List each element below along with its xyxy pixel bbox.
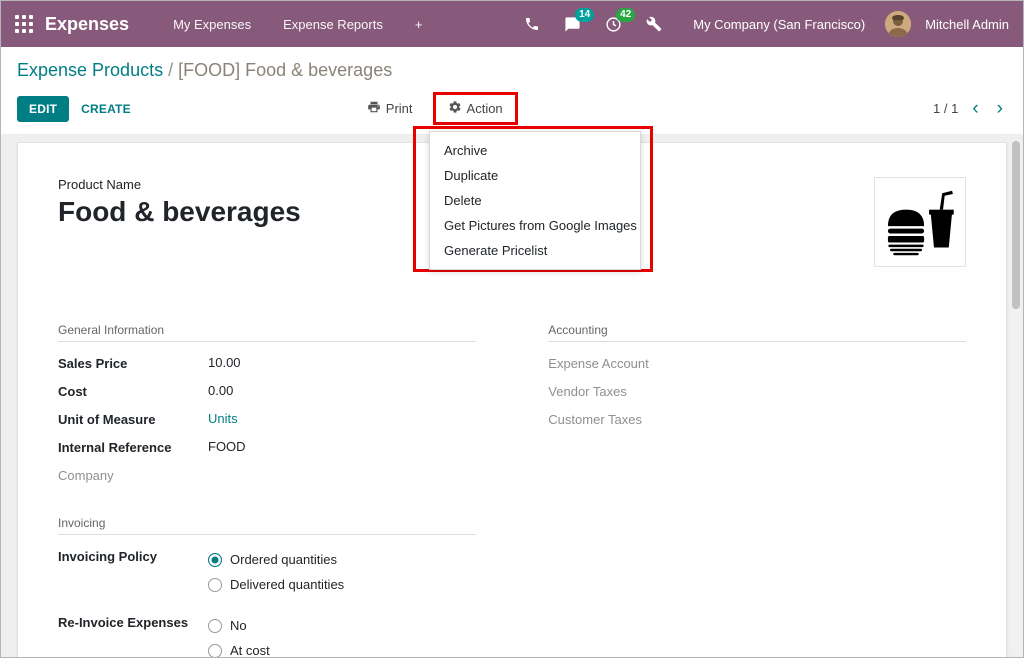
- field-value-internal-reference: FOOD: [208, 439, 246, 454]
- breadcrumb-separator: /: [163, 60, 178, 80]
- radio-no[interactable]: No: [208, 614, 294, 637]
- control-panel-center: Print Action: [361, 92, 518, 125]
- nav-item-expense-reports[interactable]: Expense Reports: [267, 17, 399, 32]
- action-menu-highlight: Archive Duplicate Delete Get Pictures fr…: [413, 126, 653, 272]
- radio-at-cost[interactable]: At cost: [208, 639, 294, 658]
- action-label: Action: [467, 101, 503, 116]
- apps-grid-icon[interactable]: [15, 15, 33, 33]
- product-name-block: Product Name Food & beverages: [58, 177, 301, 228]
- menu-item-archive[interactable]: Archive: [430, 138, 640, 163]
- field-sales-price: Sales Price 10.00: [58, 350, 476, 378]
- radio-icon: [208, 644, 222, 658]
- product-name-label: Product Name: [58, 177, 301, 192]
- field-internal-reference: Internal Reference FOOD: [58, 434, 476, 462]
- radio-label: No: [230, 618, 247, 633]
- gear-icon: [448, 100, 462, 117]
- phone-icon[interactable]: [515, 10, 549, 38]
- product-image: [874, 177, 966, 267]
- field-vendor-taxes: Vendor Taxes: [548, 378, 966, 406]
- menu-item-get-pictures[interactable]: Get Pictures from Google Images: [430, 213, 640, 238]
- pager-next-button[interactable]: ›: [993, 99, 1007, 118]
- field-unit-of-measure: Unit of Measure Units: [58, 406, 476, 434]
- nav-item-plus[interactable]: +: [399, 17, 439, 32]
- section-general-information: General Information: [58, 323, 476, 342]
- radio-ordered-quantities[interactable]: Ordered quantities: [208, 548, 344, 571]
- field-company: Company: [58, 462, 476, 490]
- reinvoice-expenses-options: No At cost Sales price: [208, 614, 294, 658]
- radio-label: Ordered quantities: [230, 552, 337, 567]
- nav-item-my-expenses[interactable]: My Expenses: [157, 17, 267, 32]
- field-label-vendor-taxes: Vendor Taxes: [548, 383, 698, 399]
- field-customer-taxes: Customer Taxes: [548, 406, 966, 434]
- radio-label: Delivered quantities: [230, 577, 344, 592]
- breadcrumb-parent[interactable]: Expense Products: [17, 60, 163, 80]
- vertical-scrollbar[interactable]: [1011, 141, 1021, 655]
- radio-icon: [208, 619, 222, 633]
- field-invoicing-policy: Invoicing Policy Ordered quantities Deli…: [58, 543, 476, 601]
- pager: 1 / 1 ‹ ›: [933, 99, 1007, 118]
- create-button[interactable]: CREATE: [69, 97, 143, 121]
- form-columns: General Information Sales Price 10.00 Co…: [58, 323, 966, 658]
- app-name-expenses[interactable]: Expenses: [45, 14, 129, 35]
- pager-count: 1 / 1: [933, 101, 958, 116]
- breadcrumb: Expense Products / [FOOD] Food & beverag…: [1, 47, 1023, 85]
- expenses-app-window: Expenses My Expenses Expense Reports + 1…: [0, 0, 1024, 658]
- action-button-highlight: Action: [433, 92, 518, 125]
- field-label-sales-price: Sales Price: [58, 355, 208, 371]
- product-name-value: Food & beverages: [58, 196, 301, 228]
- radio-delivered-quantities[interactable]: Delivered quantities: [208, 573, 344, 596]
- menu-item-duplicate[interactable]: Duplicate: [430, 163, 640, 188]
- right-column: Accounting Expense Account Vendor Taxes …: [548, 323, 966, 658]
- radio-icon: [208, 553, 222, 567]
- company-switcher[interactable]: My Company (San Francisco): [693, 17, 865, 32]
- activities-icon[interactable]: 42: [596, 10, 631, 39]
- menu-item-generate-pricelist[interactable]: Generate Pricelist: [430, 238, 640, 263]
- field-label-expense-account: Expense Account: [548, 355, 698, 371]
- navbar-right: 14 42 My Company (San Francisco) Mitchel…: [515, 10, 1009, 39]
- tools-icon[interactable]: [637, 10, 671, 38]
- left-column: General Information Sales Price 10.00 Co…: [58, 323, 476, 658]
- invoicing-policy-options: Ordered quantities Delivered quantities: [208, 548, 344, 596]
- user-menu[interactable]: Mitchell Admin: [925, 17, 1009, 32]
- field-label-company: Company: [58, 467, 208, 483]
- messages-badge: 14: [575, 8, 594, 22]
- field-reinvoice-expenses: Re-Invoice Expenses No At cost: [58, 609, 476, 658]
- field-cost: Cost 0.00: [58, 378, 476, 406]
- messages-icon[interactable]: 14: [555, 10, 590, 39]
- pager-previous-button[interactable]: ‹: [968, 99, 982, 118]
- user-avatar[interactable]: [885, 11, 911, 37]
- radio-label: At cost: [230, 643, 270, 658]
- scrollbar-thumb[interactable]: [1012, 141, 1020, 309]
- printer-icon: [367, 100, 381, 117]
- print-label: Print: [386, 101, 413, 116]
- field-label-unit-of-measure: Unit of Measure: [58, 411, 208, 427]
- breadcrumb-current: [FOOD] Food & beverages: [178, 60, 392, 80]
- section-accounting: Accounting: [548, 323, 966, 342]
- field-label-customer-taxes: Customer Taxes: [548, 411, 698, 427]
- edit-button[interactable]: EDIT: [17, 96, 69, 122]
- field-label-cost: Cost: [58, 383, 208, 399]
- print-button[interactable]: Print: [361, 96, 419, 121]
- field-expense-account: Expense Account: [548, 350, 966, 378]
- field-value-sales-price: 10.00: [208, 355, 241, 370]
- field-label-internal-reference: Internal Reference: [58, 439, 208, 455]
- field-value-cost: 0.00: [208, 383, 233, 398]
- activities-badge: 42: [616, 8, 635, 22]
- field-label-invoicing-policy: Invoicing Policy: [58, 548, 208, 564]
- action-dropdown-menu: Archive Duplicate Delete Get Pictures fr…: [429, 131, 641, 270]
- field-value-unit-of-measure[interactable]: Units: [208, 411, 238, 426]
- action-button[interactable]: Action: [442, 96, 509, 121]
- top-navbar: Expenses My Expenses Expense Reports + 1…: [1, 1, 1023, 47]
- field-label-reinvoice-expenses: Re-Invoice Expenses: [58, 614, 208, 630]
- radio-icon: [208, 578, 222, 592]
- menu-item-delete[interactable]: Delete: [430, 188, 640, 213]
- section-invoicing: Invoicing: [58, 516, 476, 535]
